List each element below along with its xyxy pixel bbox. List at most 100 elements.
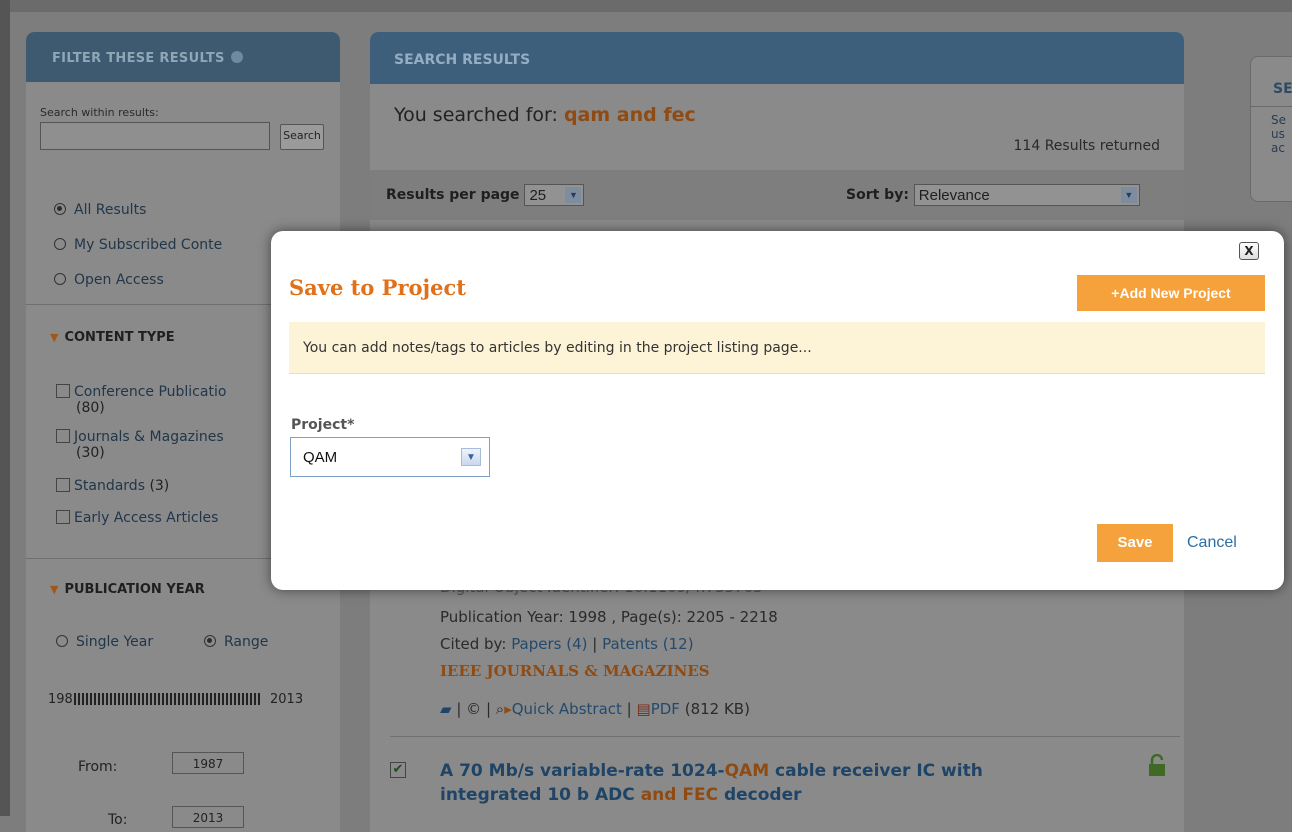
searched-for: You searched for: qam and fec (394, 104, 696, 126)
checkbox-label: Early Access Articles (74, 510, 219, 526)
divider (390, 736, 1180, 737)
right-side-panel: SE Se us ac (1250, 56, 1292, 202)
scope-open-access[interactable]: Open Access (54, 272, 164, 288)
results-header: SEARCH RESULTS (370, 32, 1184, 84)
pdf-icon: ▤ (636, 700, 651, 718)
content-type-early-access[interactable]: Early Access Articles (56, 510, 218, 526)
magnifier-icon[interactable]: ⌕ (496, 700, 504, 718)
result-actions: ▰ | © | ⌕▸Quick Abstract | ▤PDF (812 KB) (440, 700, 750, 718)
project-select[interactable]: QAM ▼ (290, 437, 490, 477)
checkbox-label: Journals & Magazines (74, 429, 224, 445)
scope-subscribed[interactable]: My Subscribed Conte (54, 237, 222, 253)
title-text: A 70 Mb/s variable-rate 1024- (440, 761, 725, 781)
content-type-conference[interactable]: Conference Publicatio (80) (56, 384, 226, 416)
search-within-label: Search within results: (40, 106, 159, 119)
pub-info: Publication Year: 1998 , Page(s): 2205 -… (440, 608, 778, 626)
section-label: CONTENT TYPE (64, 330, 175, 345)
year-range-slider[interactable] (74, 693, 260, 705)
from-label: From: (78, 759, 118, 775)
sort-label: Sort by: (846, 187, 909, 203)
content-type-standards[interactable]: Standards (3) (56, 478, 169, 494)
top-band (0, 0, 1292, 12)
save-button[interactable]: Save (1097, 524, 1173, 562)
count: (30) (76, 445, 105, 461)
project-label: Project* (291, 417, 355, 433)
cited-label: Cited by: (440, 635, 507, 653)
per-page-label: Results per page (386, 187, 520, 203)
result-checkbox[interactable]: ✔ (390, 762, 406, 778)
year-max: 2013 (270, 692, 304, 707)
right-panel-line: ac (1271, 141, 1285, 155)
triangle-down-icon: ▼ (50, 583, 59, 596)
copyright-icon[interactable]: © (466, 700, 481, 718)
title-highlight: QAM (724, 761, 770, 781)
search-query: qam and fec (563, 104, 696, 126)
search-within-button[interactable]: Search (280, 124, 324, 150)
radio-label: Single Year (76, 634, 154, 650)
checkbox-label: Conference Publicatio (74, 384, 227, 400)
content-type-journals[interactable]: Journals & Magazines (30) (56, 429, 224, 461)
section-label: PUBLICATION YEAR (64, 582, 205, 597)
to-input[interactable]: 2013 (172, 806, 244, 828)
from-input[interactable]: 1987 (172, 752, 244, 774)
checkbox[interactable] (56, 478, 70, 492)
checkbox[interactable] (56, 429, 70, 443)
per-page-select[interactable]: 25 ▼ (524, 184, 585, 206)
checkbox[interactable] (56, 510, 70, 524)
pipe: | (626, 700, 632, 718)
help-icon[interactable] (230, 51, 243, 63)
publication-year-title[interactable]: ▼ PUBLICATION YEAR (50, 582, 205, 597)
radio-icon[interactable] (54, 203, 66, 215)
save-to-project-dialog: X Save to Project +Add New Project You c… (271, 231, 1284, 590)
radio-icon[interactable] (56, 635, 68, 647)
notice-banner: You can add notes/tags to articles by ed… (289, 322, 1265, 374)
right-panel-line: us (1271, 127, 1285, 141)
filter-header-title: FILTER THESE RESULTS (52, 51, 225, 66)
filter-header: FILTER THESE RESULTS (26, 32, 340, 82)
cited-by: Cited by: Papers (4) | Patents (12) (440, 635, 694, 653)
chevron-down-icon: ▼ (1120, 187, 1137, 203)
pdf-link[interactable]: PDF (651, 700, 680, 718)
results-count: 114 Results returned (1013, 138, 1160, 154)
results-per-page: Results per page 25 ▼ (386, 184, 585, 206)
papers-link[interactable]: Papers (4) (511, 635, 587, 653)
radio-icon[interactable] (54, 238, 66, 250)
pipe: | (456, 700, 462, 718)
count: (3) (149, 478, 170, 494)
open-access-lock-icon (1149, 754, 1165, 776)
checkbox[interactable] (56, 384, 70, 398)
sort-by: Sort by: Relevance ▼ (846, 184, 1140, 206)
scope-all-results[interactable]: All Results (54, 202, 146, 218)
chevron-down-icon: ▼ (461, 448, 481, 466)
pipe: | (485, 700, 492, 718)
scope-label: All Results (74, 202, 147, 218)
result-title-link[interactable]: A 70 Mb/s variable-rate 1024-QAM cable r… (440, 759, 1060, 807)
range-option[interactable]: Range (204, 634, 268, 650)
sort-select[interactable]: Relevance ▼ (913, 184, 1140, 206)
right-panel-text: Se us ac (1251, 107, 1292, 155)
triangle-down-icon: ▼ (50, 331, 59, 344)
radio-icon[interactable] (54, 273, 66, 285)
radio-icon[interactable] (204, 635, 216, 647)
close-button[interactable]: X (1239, 242, 1259, 260)
arrow-right-icon: ▸ (504, 700, 512, 718)
searched-prefix: You searched for: (394, 104, 558, 126)
scope-label: My Subscribed Conte (74, 237, 223, 253)
add-new-project-button[interactable]: +Add New Project (1077, 275, 1265, 311)
chevron-down-icon: ▼ (565, 187, 582, 203)
count: (80) (76, 400, 105, 416)
to-label: To: (108, 812, 128, 828)
patents-link[interactable]: Patents (12) (602, 635, 693, 653)
pdf-size: (812 KB) (684, 700, 750, 718)
content-type-title[interactable]: ▼ CONTENT TYPE (50, 330, 175, 345)
right-panel-line: Se (1271, 113, 1286, 127)
download-icon[interactable]: ▰ (440, 700, 452, 718)
radio-label: Range (224, 634, 269, 650)
quick-abstract-link[interactable]: Quick Abstract (512, 700, 622, 718)
cancel-link[interactable]: Cancel (1187, 534, 1237, 552)
single-year-option[interactable]: Single Year (56, 634, 153, 650)
search-within-input[interactable] (40, 122, 270, 150)
scope-label: Open Access (74, 272, 164, 288)
right-panel-header: SE (1251, 57, 1292, 107)
pipe: | (592, 635, 598, 653)
